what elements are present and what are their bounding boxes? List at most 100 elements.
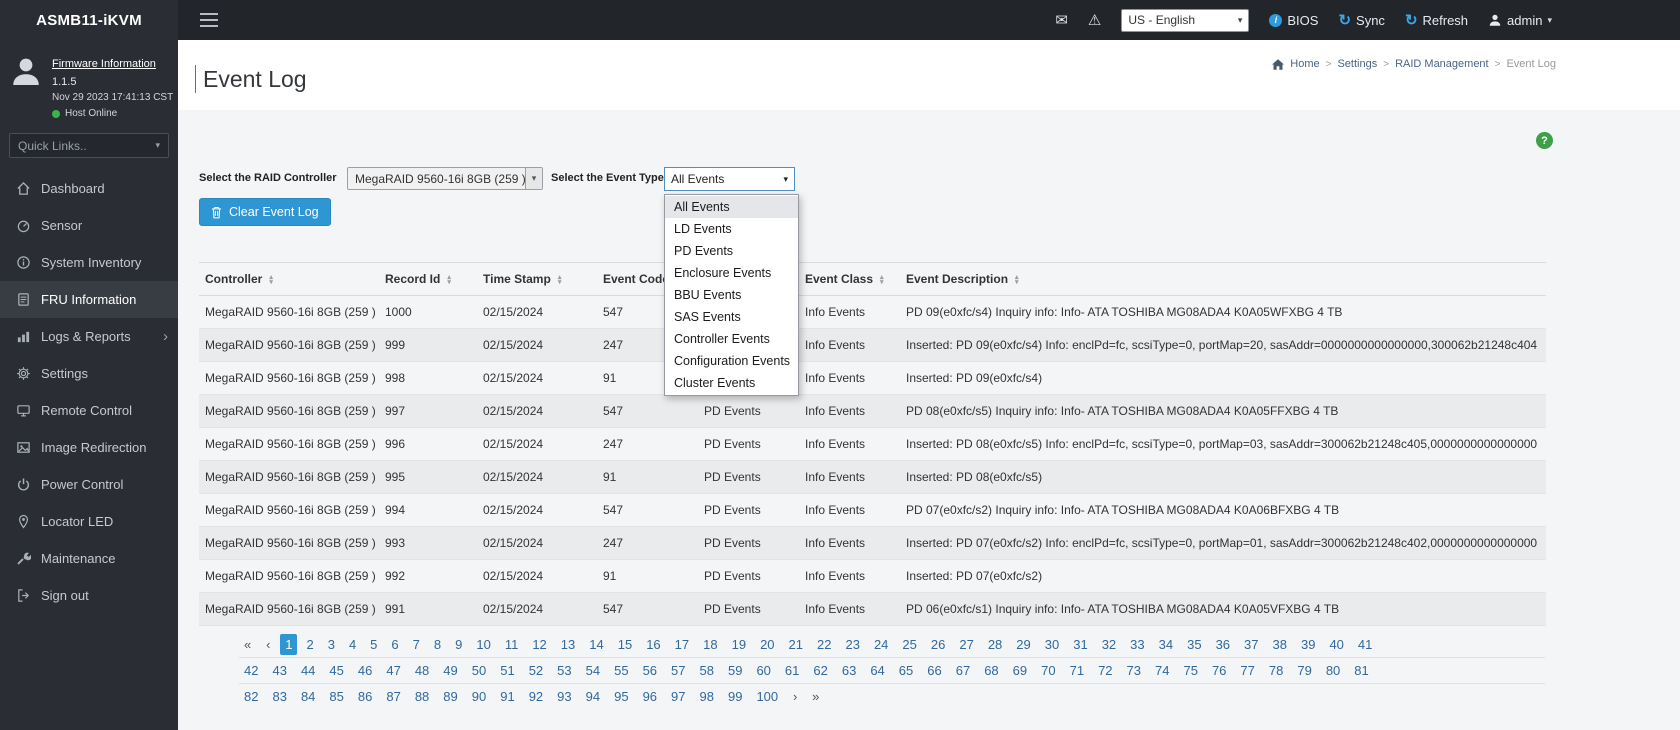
page-link-98[interactable]: 98 [695,686,719,707]
sidebar-item-settings[interactable]: Settings [0,355,178,392]
page-link-8[interactable]: 8 [429,634,446,655]
page-link-1[interactable]: 1 [280,634,297,655]
page-link-27[interactable]: 27 [954,634,978,655]
event-type-option-sas-events[interactable]: SAS Events [665,306,798,328]
page-link-54[interactable]: 54 [581,660,605,681]
page-link-51[interactable]: 51 [495,660,519,681]
page-link-84[interactable]: 84 [296,686,320,707]
quick-links-dropdown[interactable]: Quick Links.. ▾ [9,133,169,158]
page-link-29[interactable]: 29 [1011,634,1035,655]
page-link-53[interactable]: 53 [552,660,576,681]
page-link-97[interactable]: 97 [666,686,690,707]
raid-controller-select[interactable]: MegaRAID 9560-16i 8GB (259 ) ▾ [347,167,543,190]
sidebar-item-sign-out[interactable]: Sign out [0,577,178,614]
alert-icon[interactable]: ⚠ [1088,11,1101,29]
page-link-57[interactable]: 57 [666,660,690,681]
mail-icon[interactable]: ✉ [1055,11,1068,29]
page-link-10[interactable]: 10 [471,634,495,655]
page-link-72[interactable]: 72 [1093,660,1117,681]
page-link-89[interactable]: 89 [438,686,462,707]
sidebar-item-fru-information[interactable]: FRU Information [0,281,178,318]
page-link-66[interactable]: 66 [922,660,946,681]
breadcrumb-settings[interactable]: Settings [1337,58,1377,70]
user-menu[interactable]: admin ▾ [1488,13,1552,28]
sync-button[interactable]: ↻ Sync [1338,11,1384,29]
page-link-91[interactable]: 91 [495,686,519,707]
page-link-12[interactable]: 12 [527,634,551,655]
column-header-record-id[interactable]: Record Id▴▾ [379,263,477,296]
sidebar-item-sensor[interactable]: Sensor [0,207,178,244]
event-type-option-bbu-events[interactable]: BBU Events [665,284,798,306]
page-link-62[interactable]: 62 [808,660,832,681]
event-type-select[interactable]: All Events ▾ [664,167,795,191]
page-link-93[interactable]: 93 [552,686,576,707]
page-link-55[interactable]: 55 [609,660,633,681]
page-link-49[interactable]: 49 [438,660,462,681]
column-header-event-class[interactable]: Event Class▴▾ [799,263,900,296]
page-link-78[interactable]: 78 [1264,660,1288,681]
page-link-21[interactable]: 21 [784,634,808,655]
page-link-9[interactable]: 9 [450,634,467,655]
breadcrumb-raid-management[interactable]: RAID Management [1395,58,1489,70]
event-type-option-cluster-events[interactable]: Cluster Events [665,372,798,394]
page-link-11[interactable]: 11 [500,634,524,655]
page-link-25[interactable]: 25 [897,634,921,655]
page-link-46[interactable]: 46 [353,660,377,681]
page-link-95[interactable]: 95 [609,686,633,707]
page-link-41[interactable]: 41 [1353,634,1377,655]
event-type-option-configuration-events[interactable]: Configuration Events [665,350,798,372]
column-header-controller[interactable]: Controller▴▾ [199,263,379,296]
page-link-76[interactable]: 76 [1207,660,1231,681]
page-link-33[interactable]: 33 [1125,634,1149,655]
page-first[interactable]: « [239,634,256,655]
page-link-81[interactable]: 81 [1349,660,1373,681]
page-link-13[interactable]: 13 [556,634,580,655]
page-link-40[interactable]: 40 [1324,634,1348,655]
page-link-75[interactable]: 75 [1178,660,1202,681]
page-link-16[interactable]: 16 [641,634,665,655]
page-link-59[interactable]: 59 [723,660,747,681]
page-link-39[interactable]: 39 [1296,634,1320,655]
page-link-35[interactable]: 35 [1182,634,1206,655]
page-link-79[interactable]: 79 [1292,660,1316,681]
page-link-47[interactable]: 47 [381,660,405,681]
page-link-77[interactable]: 77 [1235,660,1259,681]
event-type-option-ld-events[interactable]: LD Events [665,218,798,240]
page-last[interactable]: » [807,686,824,707]
hamburger-menu-icon[interactable] [200,13,218,27]
page-link-87[interactable]: 87 [381,686,405,707]
page-link-52[interactable]: 52 [524,660,548,681]
page-link-64[interactable]: 64 [865,660,889,681]
page-link-60[interactable]: 60 [751,660,775,681]
page-link-83[interactable]: 83 [267,686,291,707]
page-link-32[interactable]: 32 [1097,634,1121,655]
page-link-73[interactable]: 73 [1122,660,1146,681]
page-link-48[interactable]: 48 [410,660,434,681]
sidebar-item-maintenance[interactable]: Maintenance [0,540,178,577]
page-link-36[interactable]: 36 [1211,634,1235,655]
page-link-14[interactable]: 14 [584,634,608,655]
page-link-44[interactable]: 44 [296,660,320,681]
page-link-90[interactable]: 90 [467,686,491,707]
sidebar-item-power-control[interactable]: Power Control [0,466,178,503]
page-link-23[interactable]: 23 [840,634,864,655]
page-link-100[interactable]: 100 [751,686,783,707]
page-link-43[interactable]: 43 [267,660,291,681]
sidebar-item-locator-led[interactable]: Locator LED [0,503,178,540]
page-link-2[interactable]: 2 [301,634,318,655]
page-link-17[interactable]: 17 [670,634,694,655]
page-link-58[interactable]: 58 [695,660,719,681]
page-link-86[interactable]: 86 [353,686,377,707]
page-link-63[interactable]: 63 [837,660,861,681]
page-link-34[interactable]: 34 [1154,634,1178,655]
clear-event-log-button[interactable]: Clear Event Log [199,198,331,226]
column-header-time-stamp[interactable]: Time Stamp▴▾ [477,263,597,296]
page-link-24[interactable]: 24 [869,634,893,655]
page-next[interactable]: › [787,686,803,707]
page-link-6[interactable]: 6 [386,634,403,655]
page-link-7[interactable]: 7 [408,634,425,655]
help-icon[interactable]: ? [1536,132,1553,149]
page-link-28[interactable]: 28 [983,634,1007,655]
page-link-65[interactable]: 65 [894,660,918,681]
page-link-69[interactable]: 69 [1008,660,1032,681]
